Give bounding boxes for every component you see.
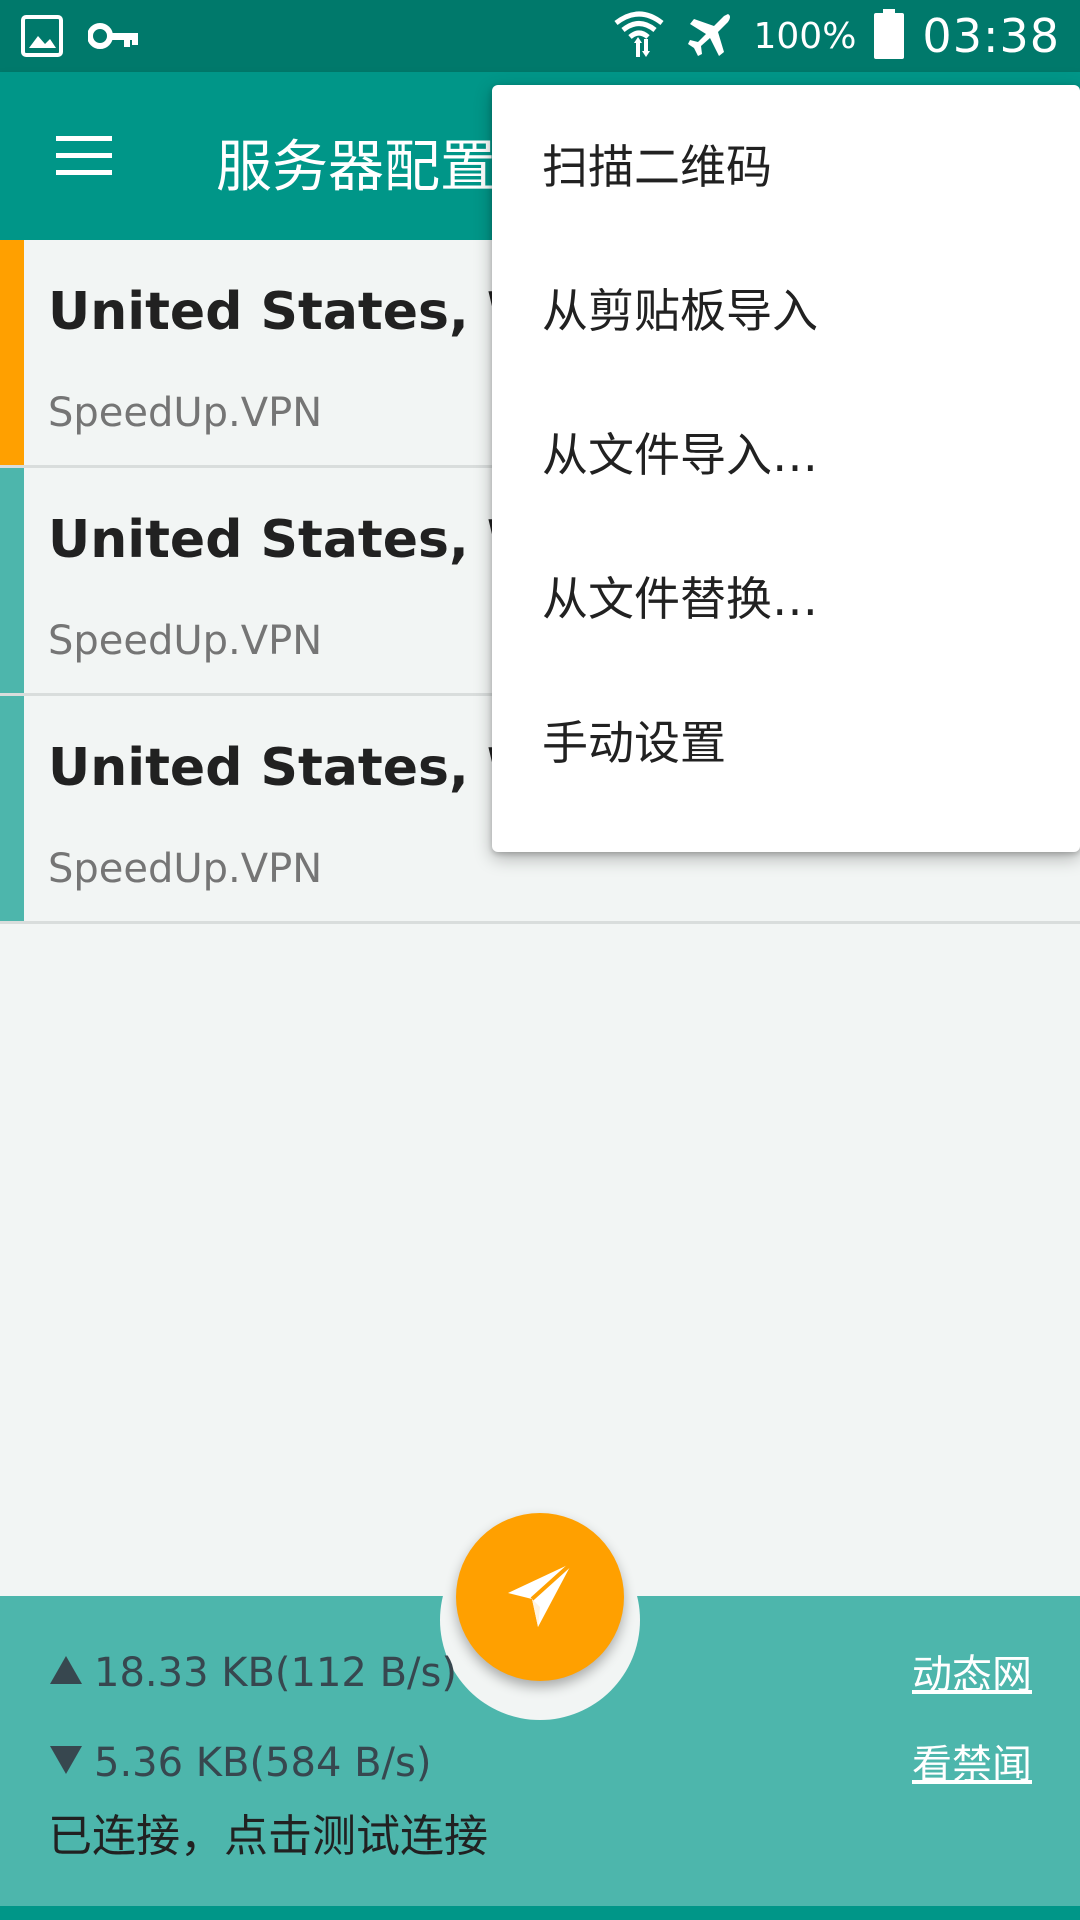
menu-item-import-file[interactable]: 从文件导入… [492, 380, 1080, 524]
battery-icon [874, 9, 905, 63]
wifi-icon [612, 7, 666, 65]
battery-percent: 100% [753, 15, 857, 57]
server-indicator [0, 468, 24, 693]
clock: 03:38 [922, 9, 1060, 63]
hamburger-menu-icon[interactable] [40, 112, 128, 200]
paper-plane-icon [502, 1557, 578, 1637]
menu-item-manual-settings[interactable]: 手动设置 [492, 668, 1080, 812]
menu-item-import-clipboard[interactable]: 从剪贴板导入 [492, 236, 1080, 380]
selected-indicator [0, 240, 24, 465]
connect-fab[interactable] [456, 1513, 624, 1681]
menu-item-scan-qr[interactable]: 扫描二维码 [492, 92, 1080, 236]
server-subtitle: SpeedUp.VPN [48, 846, 323, 892]
connection-status[interactable]: 已连接，点击测试连接 [48, 1800, 488, 1864]
image-icon [20, 12, 64, 60]
page-title: 服务器配置 [216, 135, 496, 200]
status-bar: 100% 03:38 [0, 0, 1080, 72]
link-dongtaiwang[interactable]: 动态网 [912, 1642, 1032, 1700]
server-indicator [0, 696, 24, 921]
upload-value: 18.33 KB(112 B/s) [94, 1650, 457, 1696]
airplane-icon [684, 8, 736, 64]
server-subtitle: SpeedUp.VPN [48, 390, 323, 436]
download-stat: 5.36 KB(584 B/s) [48, 1740, 431, 1786]
link-kanjinwen[interactable]: 看禁闻 [912, 1732, 1032, 1790]
add-profile-popup-menu: 扫描二维码 从剪贴板导入 从文件导入… 从文件替换… 手动设置 [492, 85, 1080, 852]
menu-item-replace-file[interactable]: 从文件替换… [492, 524, 1080, 668]
key-icon [88, 12, 140, 60]
download-arrow-icon [48, 1740, 84, 1786]
download-value: 5.36 KB(584 B/s) [94, 1740, 432, 1786]
bottom-bar-edge [0, 1906, 1080, 1920]
upload-stat: 18.33 KB(112 B/s) [48, 1650, 457, 1696]
upload-arrow-icon [48, 1650, 84, 1696]
server-subtitle: SpeedUp.VPN [48, 618, 323, 664]
